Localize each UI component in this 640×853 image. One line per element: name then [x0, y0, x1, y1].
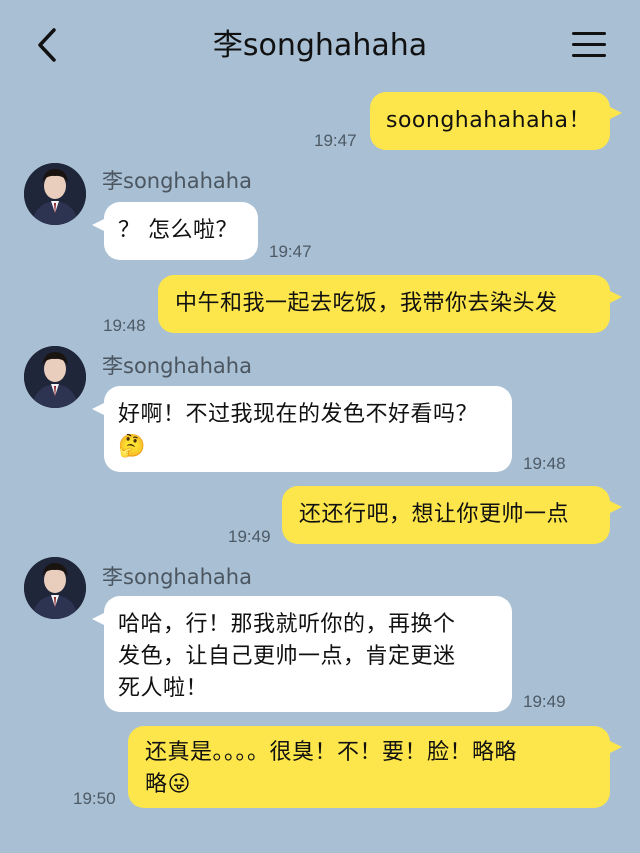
thinking-face-emoji: 🤔 [118, 434, 146, 459]
hamburger-menu-icon[interactable] [572, 30, 608, 60]
avatar[interactable] [24, 163, 86, 225]
bubble-tail [608, 290, 622, 304]
message-bubble-outgoing[interactable]: 还真是。。。。很臭！不！要！脸！略略 略😜 [128, 726, 610, 808]
message-line: 死人啦！ [118, 676, 209, 701]
sender-name: 李songhahaha [102, 169, 252, 193]
message-time: 19:47 [314, 131, 357, 150]
bubble-tail [608, 106, 622, 120]
message-line: 还真是。。。。很臭！不！要！脸！略略 [145, 740, 518, 765]
message-line: 哈哈，行！那我就听你的，再换个 [118, 612, 456, 637]
message-time: 19:50 [73, 789, 116, 808]
avatar[interactable] [24, 557, 86, 619]
message-time: 19:49 [228, 527, 271, 546]
message-line: 好啊！不过我现在的发色不好看吗？ [118, 402, 479, 427]
message-bubble-outgoing[interactable]: 还还行吧，想让你更帅一点 [282, 486, 610, 544]
bubble-tail [608, 500, 622, 514]
message-line: 略😜 [145, 772, 191, 797]
message-time: 19:49 [523, 692, 566, 711]
chat-header: 李songhahaha [0, 0, 640, 92]
message-time: 19:47 [269, 242, 312, 261]
sender-name: 李songhahaha [102, 565, 252, 589]
message-bubble-incoming[interactable]: 哈哈，行！那我就听你的，再换个 发色，让自己更帅一点，肯定更迷 死人啦！ [104, 596, 512, 712]
message-bubble-outgoing[interactable]: soonghahahaha！ [370, 92, 610, 150]
message-bubble-incoming[interactable]: ？ 怎么啦？ [104, 202, 258, 260]
chat-title: 李songhahaha [212, 28, 428, 63]
sender-name: 李songhahaha [102, 354, 252, 378]
message-line: 发色，让自己更帅一点，肯定更迷 [118, 644, 456, 669]
bubble-tail [608, 740, 622, 754]
message-bubble-incoming[interactable]: 好啊！不过我现在的发色不好看吗？ 🤔 [104, 386, 512, 472]
avatar[interactable] [24, 346, 86, 408]
message-bubble-outgoing[interactable]: 中午和我一起去吃饭，我带你去染头发 [158, 275, 610, 333]
message-time: 19:48 [103, 316, 146, 335]
message-time: 19:48 [523, 454, 566, 473]
